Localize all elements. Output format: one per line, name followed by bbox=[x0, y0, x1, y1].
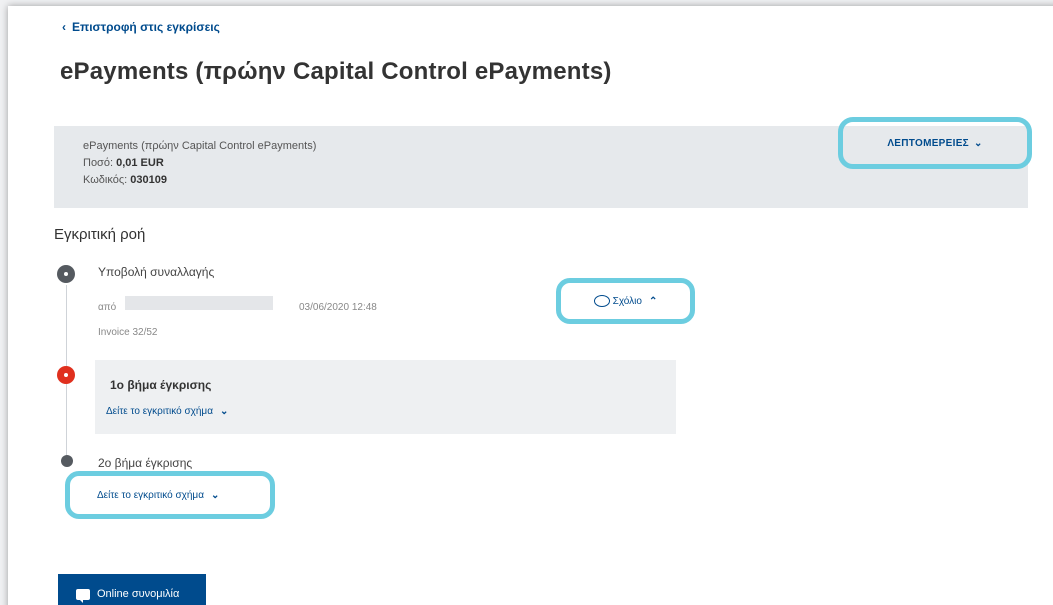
approval-flow-title: Εγκριτική ροή bbox=[54, 226, 146, 243]
chevron-down-icon: ⌄ bbox=[973, 137, 983, 149]
submission-datetime: 03/06/2020 12:48 bbox=[299, 302, 377, 313]
comment-label: Σχόλιο bbox=[612, 295, 642, 307]
chevron-down-icon: ⌄ bbox=[219, 406, 229, 417]
screenshot-frame: ‹ Επιστροφή στις εγκρίσεις ePayments (πρώ… bbox=[0, 0, 1053, 605]
submitted-by-label: από bbox=[98, 302, 117, 313]
current-step-marker-icon bbox=[57, 366, 75, 384]
step-2-title: 2ο βήμα έγκρισης bbox=[98, 456, 193, 470]
summary-name: ePayments (πρώην Capital Control ePaymen… bbox=[83, 140, 317, 152]
chevron-down-icon: ⌄ bbox=[210, 489, 220, 501]
redacted-submitter-name bbox=[125, 296, 273, 310]
details-toggle-button[interactable]: ΛΕΠΤΟΜΕΡΕΙΕΣ ⌄ bbox=[838, 117, 1032, 169]
chat-icon bbox=[76, 588, 90, 603]
summary-code: Κωδικός: 030109 bbox=[83, 174, 167, 186]
view-approval-scheme-link-1[interactable]: Δείτε το εγκριτικό σχήμα ⌄ bbox=[106, 406, 228, 417]
details-label: ΛΕΠΤΟΜΕΡΕΙΕΣ bbox=[887, 137, 969, 149]
amount-value: 0,01 EUR bbox=[116, 157, 164, 169]
chevron-left-icon: ‹ bbox=[62, 20, 66, 34]
approval-step-1-card: 1ο βήμα έγκρισης Δείτε το εγκριτικό σχήμ… bbox=[95, 360, 676, 434]
submission-step-marker-icon bbox=[57, 265, 75, 283]
submission-note: Invoice 32/52 bbox=[98, 327, 158, 338]
page-title: ePayments (πρώην Capital Control ePaymen… bbox=[60, 58, 612, 85]
chevron-up-icon: ⌃ bbox=[648, 295, 658, 307]
summary-amount: Ποσό: 0,01 EUR bbox=[83, 157, 164, 169]
back-to-approvals-link[interactable]: ‹ Επιστροφή στις εγκρίσεις bbox=[62, 20, 220, 34]
online-chat-button[interactable]: Online συνομιλία bbox=[58, 574, 206, 605]
view-approval-scheme-link-2[interactable]: Δείτε το εγκριτικό σχήμα ⌄ bbox=[65, 471, 275, 519]
scheme-link-2-label: Δείτε το εγκριτικό σχήμα bbox=[97, 489, 204, 501]
pending-step-marker-icon bbox=[61, 455, 73, 467]
code-label: Κωδικός: bbox=[83, 174, 128, 186]
back-link-label: Επιστροφή στις εγκρίσεις bbox=[72, 20, 220, 34]
comment-toggle-content: Σχόλιο ⌃ bbox=[593, 295, 658, 307]
chat-bubble-icon bbox=[593, 295, 610, 307]
code-value: 030109 bbox=[130, 174, 167, 186]
online-chat-label: Online συνομιλία bbox=[97, 588, 180, 600]
step-1-title: 1ο βήμα έγκρισης bbox=[110, 378, 212, 392]
amount-label: Ποσό: bbox=[83, 157, 114, 169]
submission-title: Υποβολή συναλλαγής bbox=[98, 265, 215, 279]
scheme-link-1-label: Δείτε το εγκριτικό σχήμα bbox=[106, 406, 213, 417]
comment-toggle-button[interactable]: Σχόλιο ⌃ bbox=[556, 278, 695, 324]
